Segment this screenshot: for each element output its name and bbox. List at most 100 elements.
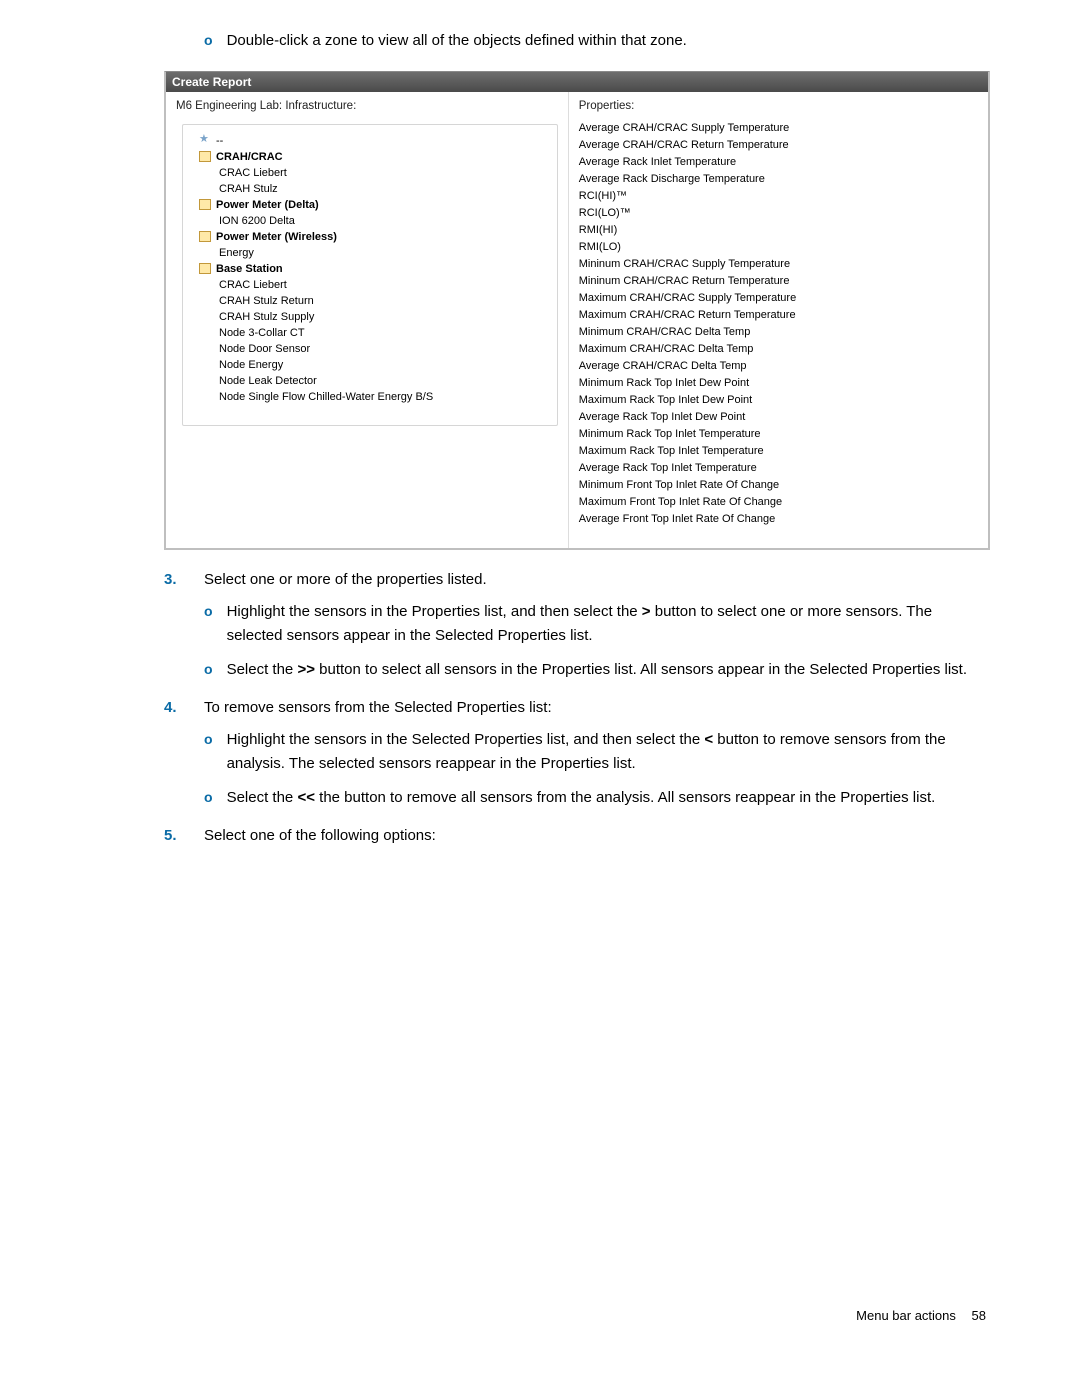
text-frag: Select the [227, 661, 298, 678]
bullet-marker: o [204, 30, 213, 51]
step-5: 5. Select one of the following options: [164, 824, 990, 848]
property-item[interactable]: Average Rack Inlet Temperature [579, 154, 978, 171]
tree-item[interactable]: -- [189, 133, 551, 149]
text-bold: >> [297, 661, 315, 678]
bullet-marker: o [204, 728, 213, 750]
property-item[interactable]: Maximum CRAH/CRAC Delta Temp [579, 341, 978, 358]
tree-item-label: Power Meter (Delta) [216, 199, 319, 211]
text-frag: Highlight the sensors in the Properties … [227, 603, 642, 620]
window-title-bar: Create Report [166, 72, 988, 92]
property-item[interactable]: Minimum Rack Top Inlet Temperature [579, 426, 978, 443]
folder-icon [199, 263, 211, 274]
tree-item[interactable]: Node Single Flow Chilled-Water Energy B/… [189, 389, 551, 405]
property-item[interactable]: Average CRAH/CRAC Return Temperature [579, 137, 978, 154]
bullet-text: Highlight the sensors in the Selected Pr… [227, 728, 990, 776]
tree-item[interactable]: CRAC Liebert [189, 165, 551, 181]
property-item[interactable]: Maximum Front Top Inlet Rate Of Change [579, 494, 978, 511]
text-bold: < [704, 731, 713, 748]
tree-item[interactable]: CRAC Liebert [189, 277, 551, 293]
property-item[interactable]: Mininum CRAH/CRAC Return Temperature [579, 273, 978, 290]
tree-item[interactable]: ION 6200 Delta [189, 213, 551, 229]
intro-bullet: o Double-click a zone to view all of the… [204, 30, 990, 53]
tree-item[interactable]: CRAH Stulz [189, 181, 551, 197]
property-item[interactable]: Maximum CRAH/CRAC Supply Temperature [579, 290, 978, 307]
folder-icon [199, 151, 211, 162]
embedded-screenshot: Create Report M6 Engineering Lab: Infras… [164, 71, 990, 550]
property-item[interactable]: Minimum Rack Top Inlet Dew Point [579, 375, 978, 392]
property-item[interactable]: Average CRAH/CRAC Delta Temp [579, 358, 978, 375]
property-item[interactable]: Mininum CRAH/CRAC Supply Temperature [579, 256, 978, 273]
tree-item[interactable]: Node Energy [189, 357, 551, 373]
property-item[interactable]: Average Rack Top Inlet Temperature [579, 460, 978, 477]
step-number: 5. [164, 824, 204, 848]
document-page: o Double-click a zone to view all of the… [0, 0, 1080, 1363]
left-panel-header: M6 Engineering Lab: Infrastructure: [166, 92, 568, 118]
text-frag: the button to remove all sensors from th… [315, 789, 935, 806]
infrastructure-tree[interactable]: -- CRAH/CRAC CRAC Liebert CRAH Stulz Power M… [182, 124, 558, 426]
text-frag: button to select all sensors in the Prop… [315, 661, 967, 678]
tree-item-label: Node Door Sensor [219, 343, 310, 355]
screenshot-body: M6 Engineering Lab: Infrastructure: -- CR… [166, 92, 988, 548]
property-item[interactable]: Maximum CRAH/CRAC Return Temperature [579, 307, 978, 324]
step-3: 3. Select one or more of the properties … [164, 568, 990, 592]
property-item[interactable]: Average Rack Top Inlet Dew Point [579, 409, 978, 426]
property-item[interactable]: Average Rack Discharge Temperature [579, 171, 978, 188]
tree-item-label: CRAH/CRAC [216, 151, 283, 163]
bullet-marker: o [204, 786, 213, 808]
property-item[interactable]: Average CRAH/CRAC Supply Temperature [579, 120, 978, 137]
folder-icon [199, 231, 211, 242]
step-4-bullet-2: o Select the << the button to remove all… [204, 786, 990, 810]
footer-page-number: 58 [972, 1308, 986, 1323]
tree-item-label: ION 6200 Delta [219, 215, 295, 227]
property-item[interactable]: Maximum Rack Top Inlet Dew Point [579, 392, 978, 409]
step-4: 4. To remove sensors from the Selected P… [164, 696, 990, 720]
step-4-bullets: o Highlight the sensors in the Selected … [204, 728, 990, 810]
tree-item[interactable]: CRAH Stulz Return [189, 293, 551, 309]
right-panel-header: Properties: [569, 92, 988, 118]
tree-item-label: CRAC Liebert [219, 167, 287, 179]
tree-item[interactable]: CRAH/CRAC [189, 149, 551, 165]
tree-item-label: CRAH Stulz [219, 183, 278, 195]
tree-item-label: Node 3-Collar CT [219, 327, 305, 339]
tree-item[interactable]: CRAH Stulz Supply [189, 309, 551, 325]
tree-item[interactable]: Node Door Sensor [189, 341, 551, 357]
tree-item[interactable]: Energy [189, 245, 551, 261]
step-3-text: Select one or more of the properties lis… [204, 568, 487, 592]
text-frag: Select the [227, 789, 298, 806]
tree-item[interactable]: Base Station [189, 261, 551, 277]
property-item[interactable]: RMI(HI) [579, 222, 978, 239]
tree-item[interactable]: Power Meter (Delta) [189, 197, 551, 213]
step-number: 4. [164, 696, 204, 720]
bullet-marker: o [204, 658, 213, 680]
step-4-bullet-1: o Highlight the sensors in the Selected … [204, 728, 990, 776]
tree-item-label: Power Meter (Wireless) [216, 231, 337, 243]
page-footer: Menu bar actions 58 [90, 1308, 990, 1323]
property-item[interactable]: Average Front Top Inlet Rate Of Change [579, 511, 978, 528]
star-icon [199, 135, 211, 146]
tree-item-label: Energy [219, 247, 254, 259]
bullet-text: Select the >> button to select all senso… [227, 658, 990, 682]
property-item[interactable]: RCI(HI)™ [579, 188, 978, 205]
property-item[interactable]: RMI(LO) [579, 239, 978, 256]
bullet-marker: o [204, 600, 213, 622]
step-number: 3. [164, 568, 204, 592]
step-3-bullet-2: o Select the >> button to select all sen… [204, 658, 990, 682]
tree-item[interactable]: Node 3-Collar CT [189, 325, 551, 341]
text-bold: << [297, 789, 315, 806]
bullet-text: Highlight the sensors in the Properties … [227, 600, 990, 648]
tree-item-label: Node Single Flow Chilled-Water Energy B/… [219, 391, 433, 403]
properties-list[interactable]: Average CRAH/CRAC Supply TemperatureAver… [579, 120, 978, 528]
tree-item[interactable]: Node Leak Detector [189, 373, 551, 389]
property-item[interactable]: RCI(LO)™ [579, 205, 978, 222]
intro-bullet-text: Double-click a zone to view all of the o… [227, 30, 687, 53]
folder-icon [199, 199, 211, 210]
property-item[interactable]: Minimum Front Top Inlet Rate Of Change [579, 477, 978, 494]
step-4-text: To remove sensors from the Selected Prop… [204, 696, 552, 720]
property-item[interactable]: Maximum Rack Top Inlet Temperature [579, 443, 978, 460]
step-5-text: Select one of the following options: [204, 824, 436, 848]
property-item[interactable]: Minimum CRAH/CRAC Delta Temp [579, 324, 978, 341]
tree-item-label: CRAH Stulz Supply [219, 311, 314, 323]
tree-item[interactable]: Power Meter (Wireless) [189, 229, 551, 245]
footer-section: Menu bar actions [856, 1308, 956, 1323]
intro-list: o Double-click a zone to view all of the… [164, 30, 990, 848]
